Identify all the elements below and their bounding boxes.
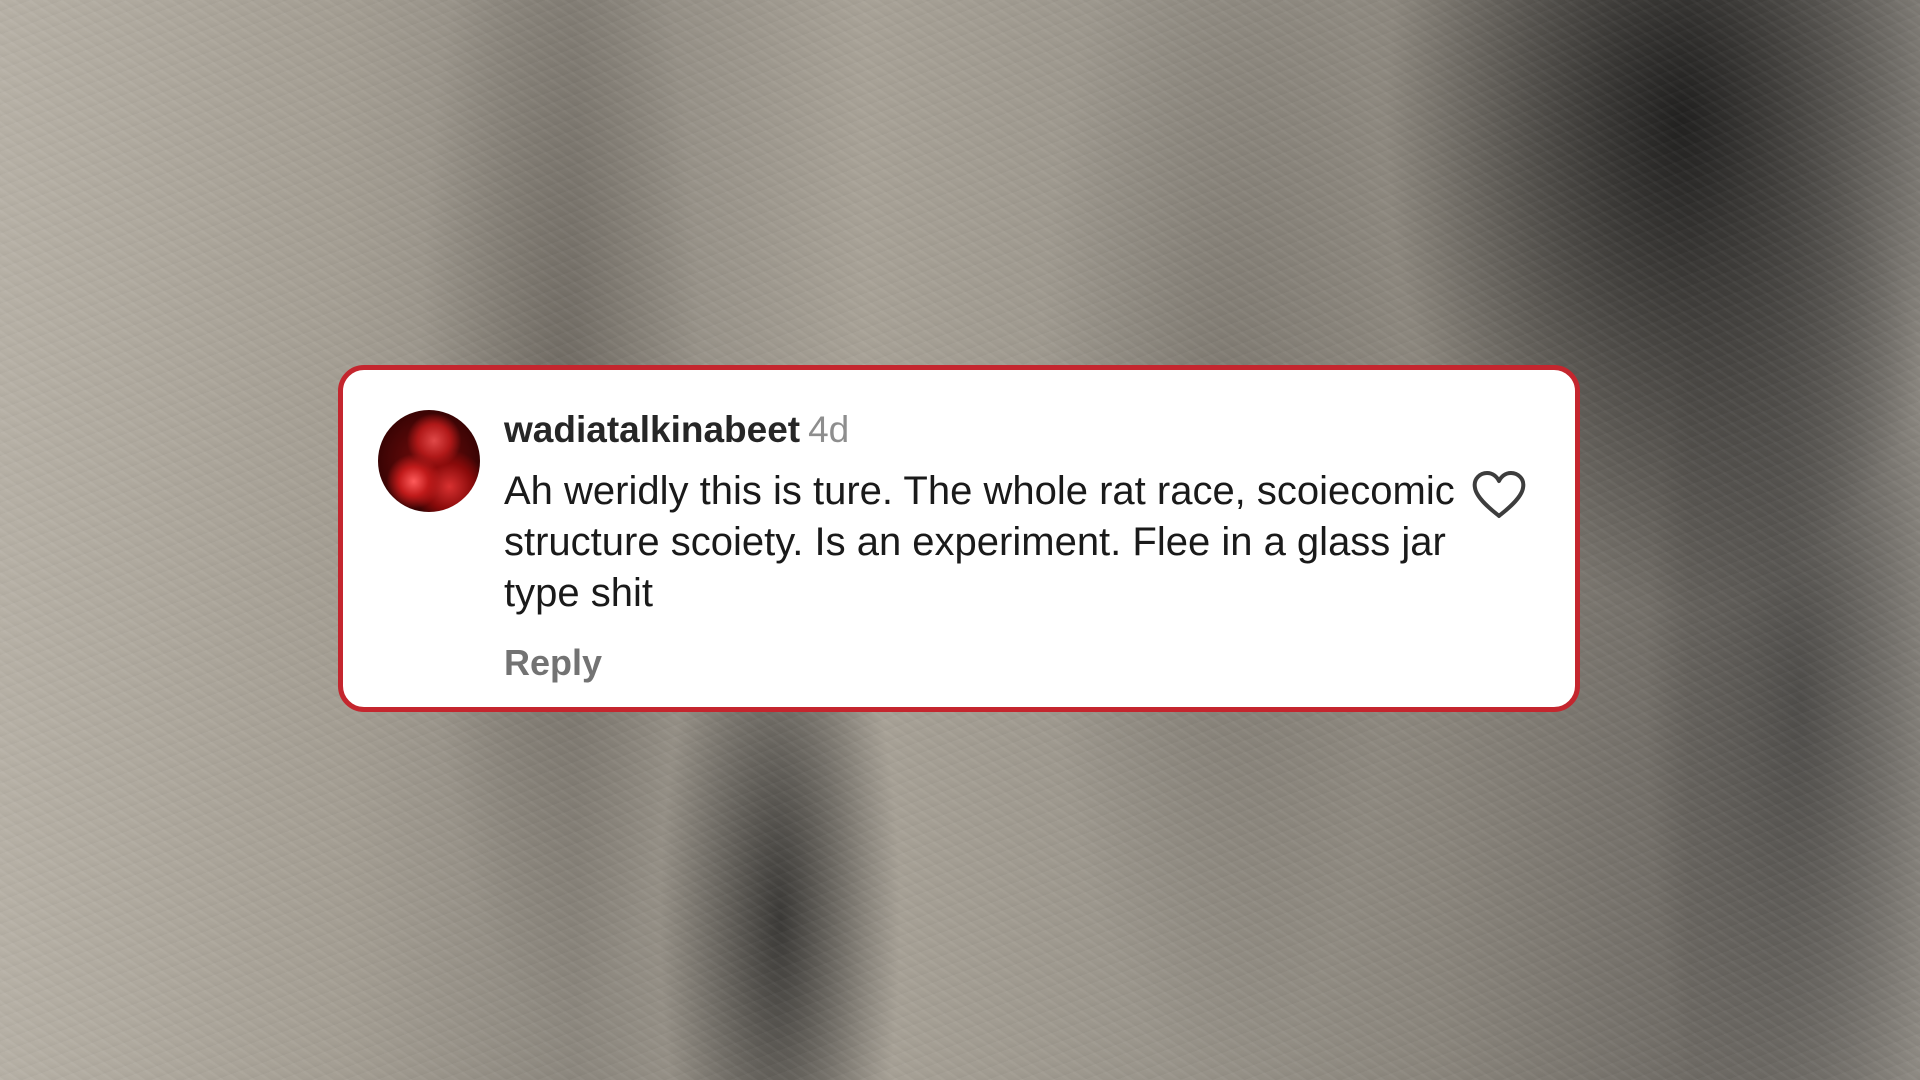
- timestamp: 4d: [808, 409, 850, 450]
- comment-header: wadiatalkinabeet 4d: [504, 409, 849, 451]
- avatar[interactable]: [378, 410, 480, 512]
- comment-card: wadiatalkinabeet 4d Ah weridly this is tu…: [338, 365, 1580, 712]
- heart-icon: [1472, 471, 1526, 518]
- comment-text: Ah weridly this is ture. The whole rat r…: [504, 469, 1455, 615]
- username[interactable]: wadiatalkinabeet: [504, 409, 800, 450]
- like-button[interactable]: [1471, 470, 1527, 520]
- reply-button[interactable]: Reply: [504, 642, 602, 684]
